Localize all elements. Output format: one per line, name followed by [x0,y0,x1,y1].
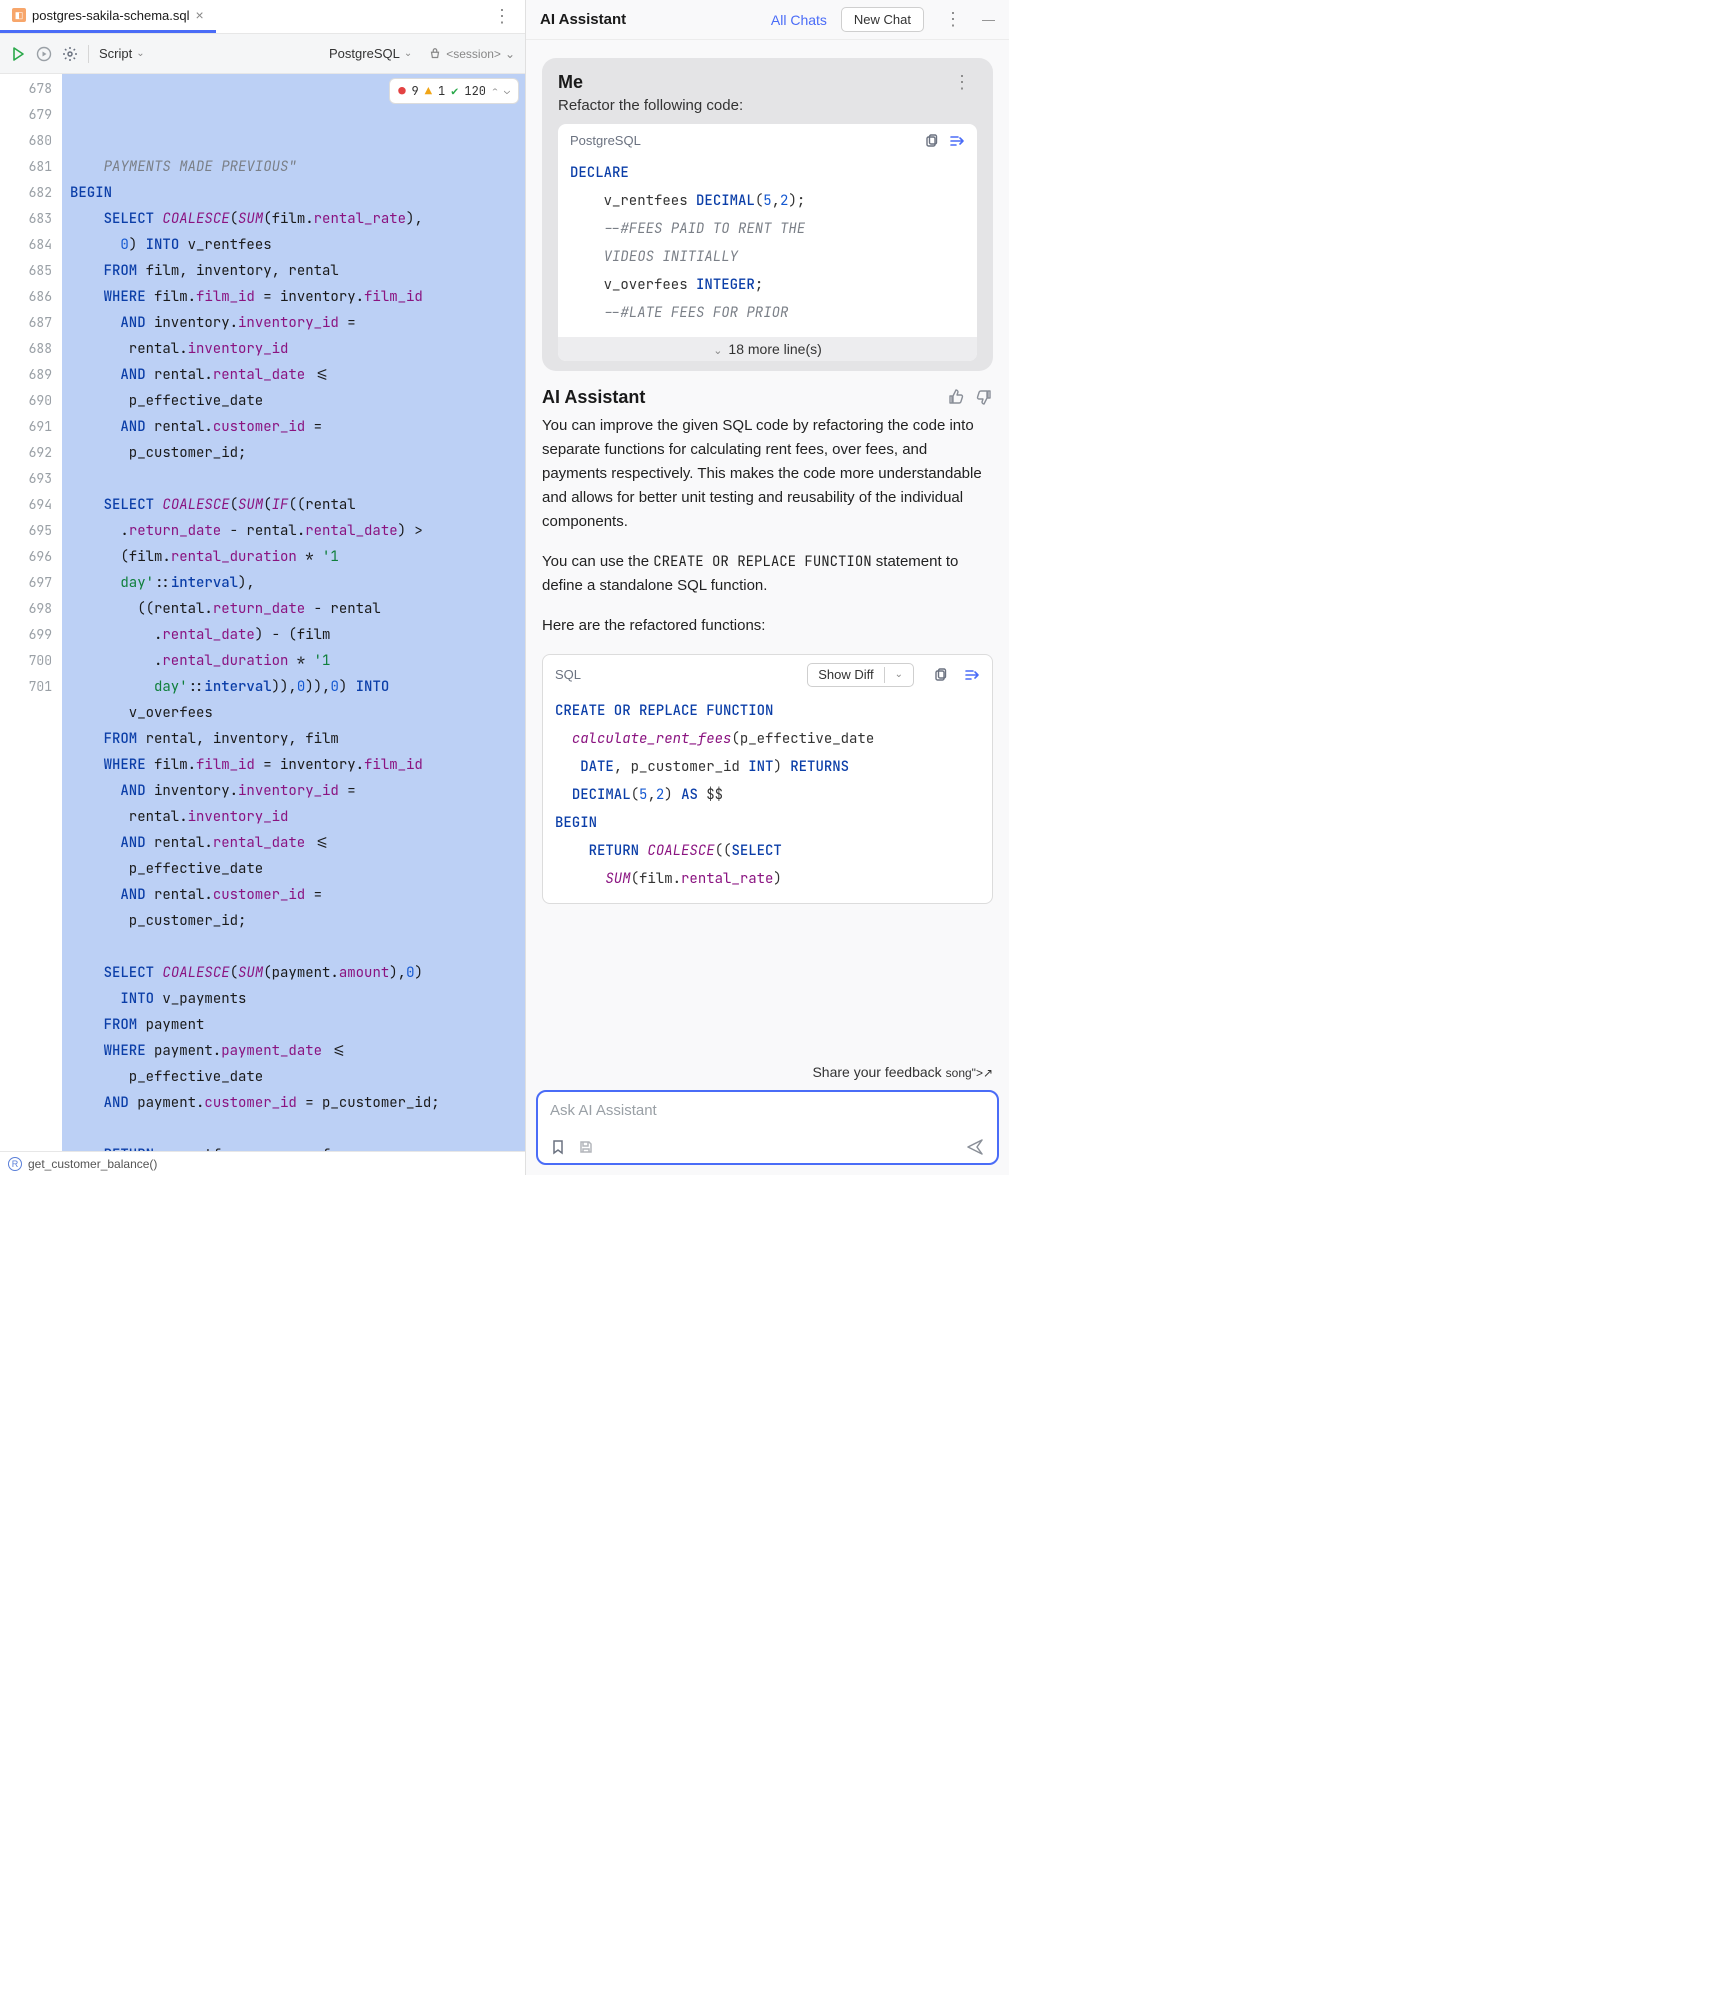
user-message: Me ⋮ Refactor the following code: Postgr… [542,58,993,371]
code-editor[interactable]: ●9 ▲1 ✔︎120 ⌃ ⌄ PAYMENTS MADE PREVIOUS"B… [62,74,525,1151]
thumbs-down-icon[interactable] [975,388,993,406]
user-label: Me [558,72,583,93]
insert-icon[interactable] [949,132,965,149]
status-function-name: get_customer_balance() [28,1157,157,1171]
ai-code-snippet: CREATE OR REPLACE FUNCTION calculate_ren… [543,695,992,903]
tab-kebab-icon[interactable]: ⋮ [487,6,517,27]
chevron-down-icon: ⌄ [136,48,144,59]
gear-icon[interactable] [62,45,78,62]
session-dropdown[interactable]: <session> ⌄ [428,47,515,61]
chat-kebab-icon[interactable]: ⋮ [938,9,968,30]
share-feedback-link[interactable]: Share your feedbacksong">↗ [526,1060,1009,1088]
check-icon: ✔︎ [451,78,458,104]
message-kebab-icon[interactable]: ⋮ [947,72,977,93]
external-link-icon: song">↗ [946,1066,993,1080]
code-lang-label: PostgreSQL [570,133,641,148]
bookmark-icon[interactable] [550,1138,566,1155]
chevron-down-icon: ⌄ [895,669,903,680]
user-code-snippet: DECLARE v_rentfees DECIMAL(5,2); --#FEES… [558,157,977,337]
chevron-down-icon: ⌄ [505,47,515,61]
minimize-icon[interactable]: — [982,12,995,27]
run-profile-icon[interactable] [36,45,52,62]
dialect-dropdown[interactable]: PostgreSQL ⌄ [329,46,412,61]
new-chat-button[interactable]: New Chat [841,7,924,32]
chevron-down-icon: ⌄ [713,345,722,357]
warning-icon: ▲ [425,78,432,104]
user-prompt: Refactor the following code: [558,97,977,114]
insert-icon[interactable] [964,666,980,683]
expand-code[interactable]: ⌄18 more line(s) [558,337,977,361]
error-icon: ● [398,78,405,104]
script-dropdown[interactable]: Script ⌄ [99,46,145,61]
chat-title: AI Assistant [540,11,626,28]
chat-input[interactable]: Ask AI Assistant [536,1090,999,1165]
copy-icon[interactable] [923,132,939,149]
database-icon: ◧ [12,8,26,22]
chat-input-placeholder: Ask AI Assistant [550,1102,985,1136]
close-icon[interactable]: × [196,7,204,23]
send-icon[interactable] [965,1136,985,1157]
tab-filename: postgres-sakila-schema.sql [32,8,190,23]
ai-paragraph-3: Here are the refactored functions: [542,614,993,638]
all-chats-link[interactable]: All Chats [771,12,827,28]
chevron-down-icon[interactable]: ⌄ [504,78,510,104]
chevron-up-icon[interactable]: ⌃ [492,78,498,104]
inspection-badge[interactable]: ●9 ▲1 ✔︎120 ⌃ ⌄ [389,78,519,104]
run-icon[interactable] [10,45,26,62]
ai-paragraph-1: You can improve the given SQL code by re… [542,414,993,534]
line-gutter: 6786796806816826836846856866876886896906… [0,74,62,1151]
copy-icon[interactable] [932,666,948,683]
routine-icon: R [8,1157,22,1171]
chevron-down-icon: ⌄ [404,48,412,59]
file-tab[interactable]: ◧ postgres-sakila-schema.sql × [0,0,216,33]
save-icon[interactable] [578,1138,594,1155]
show-diff-button[interactable]: Show Diff ⌄ [807,663,914,687]
ai-label: AI Assistant [542,387,645,408]
ai-paragraph-2: You can use the CREATE OR REPLACE FUNCTI… [542,550,993,598]
result-lang-label: SQL [555,667,581,682]
thumbs-up-icon[interactable] [947,388,965,406]
